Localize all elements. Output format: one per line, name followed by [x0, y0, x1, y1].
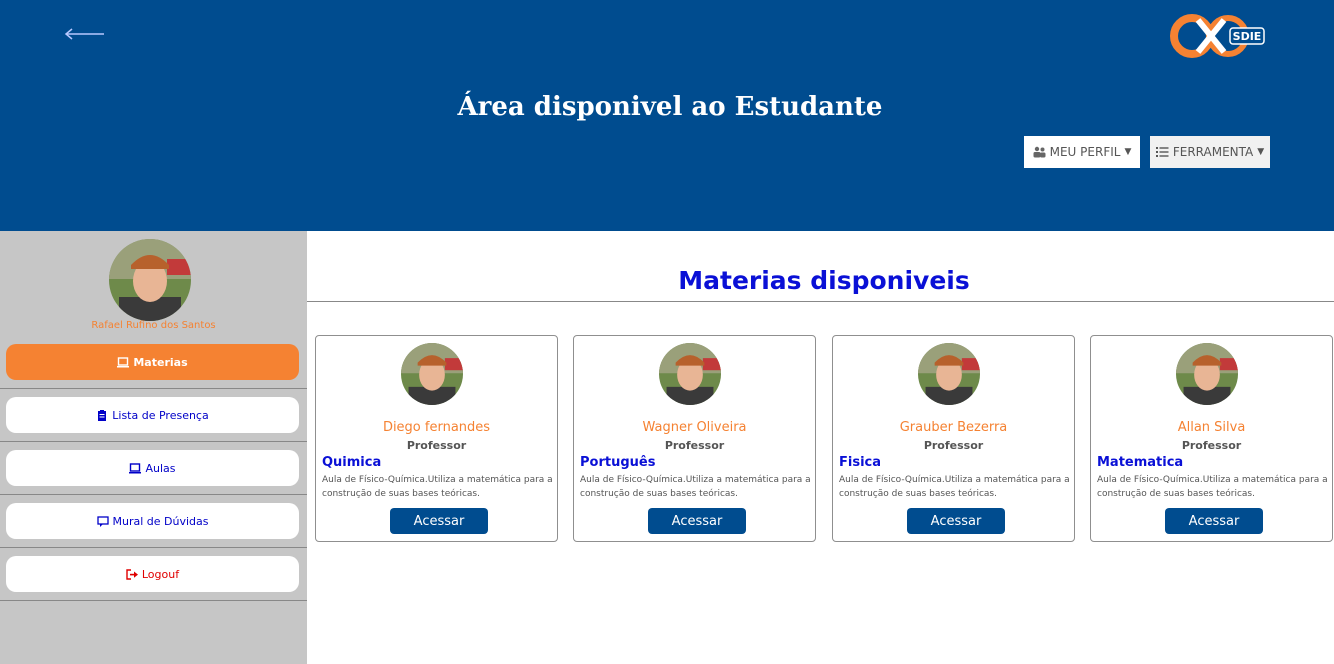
acessar-button[interactable]: Acessar — [907, 508, 1005, 534]
subject-description: Aula de Físico-Química.Utiliza a matemát… — [1097, 475, 1328, 499]
subject-description: Aula de Físico-Química.Utiliza a matemát… — [580, 475, 811, 499]
student-name: Rafael Rufino dos Santos — [91, 320, 216, 331]
teacher-name: Diego fernandes — [382, 420, 491, 435]
acessar-button[interactable]: Acessar — [648, 508, 746, 534]
comment-icon — [96, 515, 109, 527]
sidebar-item-label: Aulas — [145, 461, 176, 475]
sidebar-item-aulas[interactable]: Aulas — [6, 450, 299, 486]
section-title: Materias disponiveis — [678, 266, 970, 295]
sidebar-item-label: Logouf — [141, 567, 180, 581]
clipboard-icon — [98, 409, 107, 421]
sidebar-item-mural-de-duvidas[interactable]: Mural de Dúvidas — [6, 503, 299, 539]
subject-name: Fisica — [839, 455, 882, 470]
teacher-avatar — [401, 343, 463, 405]
sidebar-item-materias[interactable]: Materias — [6, 344, 299, 380]
meu-perfil-label: MEU PERFIL — [1049, 145, 1121, 159]
users-icon — [1033, 146, 1046, 158]
subject-card: Grauber Bezerra Professor Fisica Aula de… — [832, 335, 1075, 542]
subject-card: Wagner Oliveira Professor Português Aula… — [573, 335, 816, 542]
teacher-name: Grauber Bezerra — [899, 420, 1008, 435]
subject-card: Diego fernandes Professor Quimica Aula d… — [315, 335, 558, 542]
teacher-role: Professor — [406, 439, 467, 452]
ferramenta-dropdown[interactable]: FERRAMENTA ▼ — [1150, 136, 1270, 168]
subject-name: Matematica — [1097, 455, 1184, 470]
caret-down-icon: ▼ — [1257, 147, 1265, 157]
divider — [0, 441, 307, 442]
caret-down-icon: ▼ — [1124, 147, 1132, 157]
subject-name: Quimica — [322, 455, 382, 470]
laptop-icon — [117, 356, 130, 367]
divider — [0, 600, 307, 601]
sdie-logo: SDIE — [1170, 14, 1265, 58]
logo-text: SDIE — [1233, 30, 1262, 43]
sidebar-item-lista-de-presenca[interactable]: Lista de Presença — [6, 397, 299, 433]
teacher-name: Wagner Oliveira — [642, 420, 747, 435]
page-title: Área disponivel ao Estudante — [457, 92, 883, 122]
acessar-button[interactable]: Acessar — [390, 508, 488, 534]
divider — [0, 547, 307, 548]
teacher-avatar — [918, 343, 980, 405]
sidebar-item-label: Mural de Dúvidas — [112, 514, 209, 528]
subject-card: Allan Silva Professor Matematica Aula de… — [1090, 335, 1333, 542]
back-arrow-icon[interactable] — [64, 24, 106, 44]
sidebar-item-label: Materias — [133, 355, 188, 369]
teacher-avatar — [659, 343, 721, 405]
ferramenta-label: FERRAMENTA — [1172, 145, 1254, 159]
student-avatar — [109, 239, 191, 321]
meu-perfil-dropdown[interactable]: MEU PERFIL ▼ — [1024, 136, 1140, 168]
divider — [0, 388, 307, 389]
teacher-name: Allan Silva — [1177, 420, 1246, 435]
header-banner: SDIE Área disponivel ao Estudante MEU PE… — [0, 0, 1334, 231]
teacher-role: Professor — [664, 439, 725, 452]
teacher-role: Professor — [923, 439, 984, 452]
list-icon — [1155, 147, 1169, 157]
subject-description: Aula de Físico-Química.Utiliza a matemát… — [839, 475, 1070, 499]
sidebar-item-logout[interactable]: Logouf — [6, 556, 299, 592]
sidebar-item-label: Lista de Presença — [112, 408, 209, 422]
divider — [307, 301, 1334, 302]
subject-name: Português — [580, 455, 656, 470]
teacher-role: Professor — [1181, 439, 1242, 452]
teacher-avatar — [1176, 343, 1238, 405]
sign-out-icon — [126, 568, 138, 580]
divider — [0, 494, 307, 495]
subject-description: Aula de Físico-Química.Utiliza a matemát… — [322, 475, 553, 499]
sidebar: Rafael Rufino dos Santos Materias Lista … — [0, 231, 307, 664]
acessar-button[interactable]: Acessar — [1165, 508, 1263, 534]
laptop-icon — [129, 462, 142, 473]
